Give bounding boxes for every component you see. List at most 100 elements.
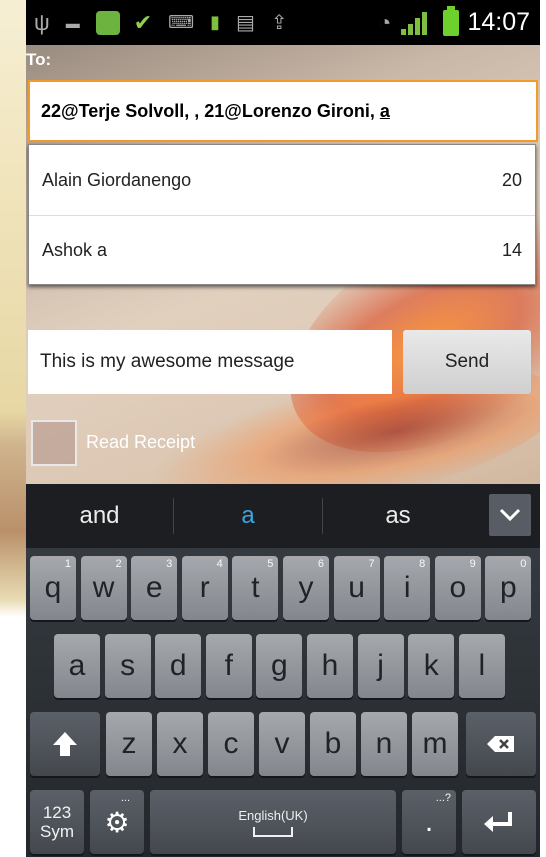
shift-icon — [53, 732, 77, 756]
key-z[interactable]: z — [106, 712, 152, 776]
signal-icon — [401, 11, 429, 35]
key-k[interactable]: k — [408, 634, 455, 698]
read-receipt-checkbox[interactable] — [31, 420, 77, 466]
key-label: h — [321, 649, 339, 682]
notification-icon: ▬ — [65, 14, 80, 31]
key-label: c — [223, 727, 239, 760]
key-label: e — [145, 571, 163, 604]
recipient-suggestions: Alain Giordanengo 20 Ashok a 14 — [28, 144, 536, 285]
key-label: g — [271, 649, 288, 682]
key-label: r — [199, 571, 210, 604]
gear-icon: ⚙ — [104, 806, 130, 838]
key-f[interactable]: f — [205, 634, 252, 698]
key-a[interactable]: a — [54, 634, 100, 698]
key-w[interactable]: 2w — [80, 556, 127, 620]
battery-full-icon: ▮ — [210, 12, 221, 32]
recipient-value: 22@Terje Solvoll, , 21@Lorenzo Gironi, — [41, 100, 380, 121]
key-s[interactable]: s — [104, 634, 151, 698]
key-c[interactable]: c — [208, 712, 254, 776]
recipient-typed-text: a — [379, 100, 390, 121]
key-label: w — [92, 571, 115, 604]
key-label: n — [375, 727, 393, 760]
key-hint: 1 — [64, 558, 71, 570]
key-i[interactable]: 8i — [384, 556, 431, 620]
key-label: o — [449, 571, 467, 604]
key-u[interactable]: 7u — [333, 556, 380, 620]
message-input[interactable]: This is my awesome message — [28, 330, 392, 394]
key-label: s — [120, 649, 136, 682]
key-label: j — [377, 649, 384, 682]
word-suggestion[interactable]: and — [26, 484, 173, 548]
key-m[interactable]: m — [412, 712, 458, 776]
backspace-icon — [487, 736, 514, 752]
key-o[interactable]: 9o — [434, 556, 481, 620]
shift-key[interactable] — [30, 712, 100, 776]
key-label: b — [324, 727, 342, 760]
wifi-icon: ◔ — [378, 9, 392, 35]
check-circle-icon: ✔ — [133, 9, 153, 35]
key-hint: 3 — [166, 558, 173, 570]
space-icon — [253, 826, 293, 837]
suggestion-count: 14 — [501, 240, 522, 260]
key-hint: 2 — [115, 558, 122, 570]
key-g[interactable]: g — [256, 634, 303, 698]
upload-icon: ⇪ — [270, 12, 288, 34]
status-bar: ψ ▬ ✔ ⌨ ▮ ▤ ⇪ ◔ 14:07 — [26, 0, 540, 45]
key-n[interactable]: n — [361, 712, 407, 776]
battery-icon — [443, 5, 460, 36]
phone-screen: ψ ▬ ✔ ⌨ ▮ ▤ ⇪ ◔ 14:07 To: 22@Terje Solvo… — [26, 0, 540, 857]
read-receipt-label: Read Receipt — [86, 432, 196, 452]
key-label: d — [169, 649, 187, 682]
key-q[interactable]: 1q — [30, 556, 76, 620]
key-b[interactable]: b — [310, 712, 356, 776]
word-suggestion-selected[interactable]: a — [174, 484, 322, 548]
key-label: m — [422, 727, 448, 760]
key-d[interactable]: d — [155, 634, 202, 698]
status-right: ◔ 14:07 — [378, 0, 530, 45]
space-key[interactable]: English(UK) — [150, 790, 396, 854]
collapse-suggestions-button[interactable] — [489, 494, 531, 536]
key-hint: 4 — [216, 558, 223, 570]
recipient-input[interactable]: 22@Terje Solvoll, , 21@Lorenzo Gironi, a — [28, 80, 538, 142]
key-hint: 0 — [520, 558, 527, 570]
symbols-key-bottom: Sym — [40, 822, 74, 841]
chevron-down-icon — [499, 508, 521, 522]
key-y[interactable]: 6y — [283, 556, 329, 620]
key-label: a — [68, 649, 86, 682]
send-button[interactable]: Send — [403, 330, 531, 394]
enter-key[interactable] — [462, 790, 536, 854]
settings-key[interactable]: ... ⚙ — [90, 790, 144, 854]
symbols-key[interactable]: 123 Sym — [30, 790, 84, 854]
period-key[interactable]: ...? . — [402, 790, 456, 854]
key-label: i — [403, 571, 411, 604]
key-h[interactable]: h — [307, 634, 353, 698]
space-language-label: English(UK) — [238, 807, 308, 823]
key-v[interactable]: v — [259, 712, 305, 776]
key-e[interactable]: 3e — [131, 556, 178, 620]
symbols-key-top: 123 — [42, 803, 72, 822]
key-l[interactable]: l — [458, 634, 505, 698]
key-hint: 6 — [317, 558, 324, 570]
key-x[interactable]: x — [157, 712, 203, 776]
suggestion-item[interactable]: Alain Giordanengo 20 — [29, 145, 535, 215]
word-suggestion[interactable]: as — [323, 484, 473, 548]
soft-keyboard: 1q2w3e4r5t6y7u8i9o0p asdfghjkl zxcvbnm 1… — [26, 548, 540, 857]
key-label: u — [348, 571, 365, 604]
key-hint: 5 — [267, 558, 274, 570]
key-label: f — [224, 649, 233, 682]
suggestion-item[interactable]: Ashok a 14 — [29, 215, 535, 285]
key-r[interactable]: 4r — [181, 556, 228, 620]
key-label: p — [500, 571, 517, 604]
background-wallpaper-strip — [0, 0, 26, 857]
key-j[interactable]: j — [357, 634, 404, 698]
key-hint: 9 — [469, 558, 476, 570]
key-label: z — [121, 727, 137, 760]
key-p[interactable]: 0p — [485, 556, 532, 620]
keyboard-icon: ⌨ — [168, 12, 195, 32]
backspace-key[interactable] — [466, 712, 536, 776]
to-label: To: — [26, 50, 52, 69]
key-hint: 8 — [419, 558, 426, 570]
check-icon — [95, 10, 120, 35]
key-label: v — [274, 727, 290, 760]
key-t[interactable]: 5t — [232, 556, 279, 620]
